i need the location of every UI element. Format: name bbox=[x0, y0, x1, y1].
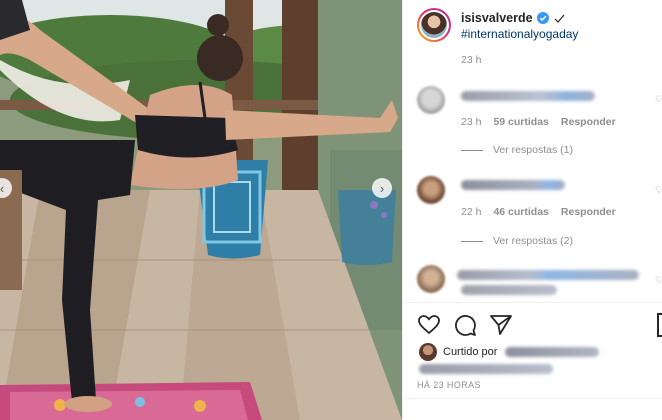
view-replies-label: Ver respostas (1) bbox=[493, 144, 573, 156]
view-replies-button[interactable]: Ver respostas (1) bbox=[461, 144, 573, 156]
verified-badge-icon bbox=[536, 12, 549, 24]
bookmark-icon[interactable] bbox=[657, 313, 662, 337]
comment-time: 23 h bbox=[461, 116, 482, 128]
reply-button[interactable]: Responder bbox=[561, 116, 616, 128]
comment-avatar[interactable] bbox=[417, 86, 445, 114]
liked-by-text: Curtido por bbox=[443, 346, 497, 358]
divider bbox=[403, 302, 662, 303]
share-icon[interactable] bbox=[489, 313, 513, 337]
comment-text-blurred bbox=[461, 285, 557, 295]
comment-text-blurred bbox=[457, 270, 639, 280]
chevron-right-icon[interactable]: › bbox=[372, 178, 392, 198]
comment-text-blurred bbox=[461, 91, 595, 101]
comment-time: 22 h bbox=[461, 206, 482, 218]
comment-likes[interactable]: 59 curtidas bbox=[493, 116, 548, 128]
comment-icon[interactable] bbox=[453, 313, 477, 337]
liked-by-others-blurred[interactable] bbox=[419, 364, 553, 374]
view-replies-label: Ver respostas (2) bbox=[493, 235, 573, 247]
comment-avatar[interactable] bbox=[417, 176, 445, 204]
heart-icon[interactable]: ♡ bbox=[655, 185, 662, 196]
liked-by-username-blurred[interactable] bbox=[505, 347, 599, 357]
view-replies-button[interactable]: Ver respostas (2) bbox=[461, 235, 573, 247]
post-date: HÁ 23 HORAS bbox=[417, 380, 481, 390]
comment-meta: 23 h 59 curtidas Responder bbox=[461, 116, 616, 128]
check-icon bbox=[554, 14, 565, 23]
divider bbox=[403, 398, 662, 399]
reply-button[interactable]: Responder bbox=[561, 206, 616, 218]
heart-icon[interactable] bbox=[417, 313, 441, 337]
caption-time: 23 h bbox=[461, 54, 482, 66]
author-username[interactable]: isisvalverde bbox=[461, 11, 533, 25]
heart-icon[interactable]: ♡ bbox=[655, 275, 662, 286]
author-avatar[interactable] bbox=[417, 8, 451, 42]
comment-avatar[interactable] bbox=[417, 265, 445, 293]
comment-likes[interactable]: 46 curtidas bbox=[493, 206, 548, 218]
heart-icon[interactable]: ♡ bbox=[655, 94, 662, 105]
post-photo: ‹ › bbox=[0, 0, 402, 420]
post-actions bbox=[417, 313, 513, 337]
liked-by-avatar[interactable] bbox=[419, 343, 437, 361]
comment-meta: 22 h 46 curtidas Responder bbox=[461, 206, 616, 218]
liked-by-prefix: Curtido por bbox=[443, 346, 498, 358]
author-username-row[interactable]: isisvalverde bbox=[461, 11, 566, 25]
comment-text-blurred bbox=[461, 180, 565, 190]
post-side-panel: isisvalverde #internationalyogaday 23 h … bbox=[402, 0, 662, 420]
yoga-scene-image bbox=[0, 0, 402, 420]
caption-hashtag[interactable]: #internationalyogaday bbox=[461, 27, 578, 41]
